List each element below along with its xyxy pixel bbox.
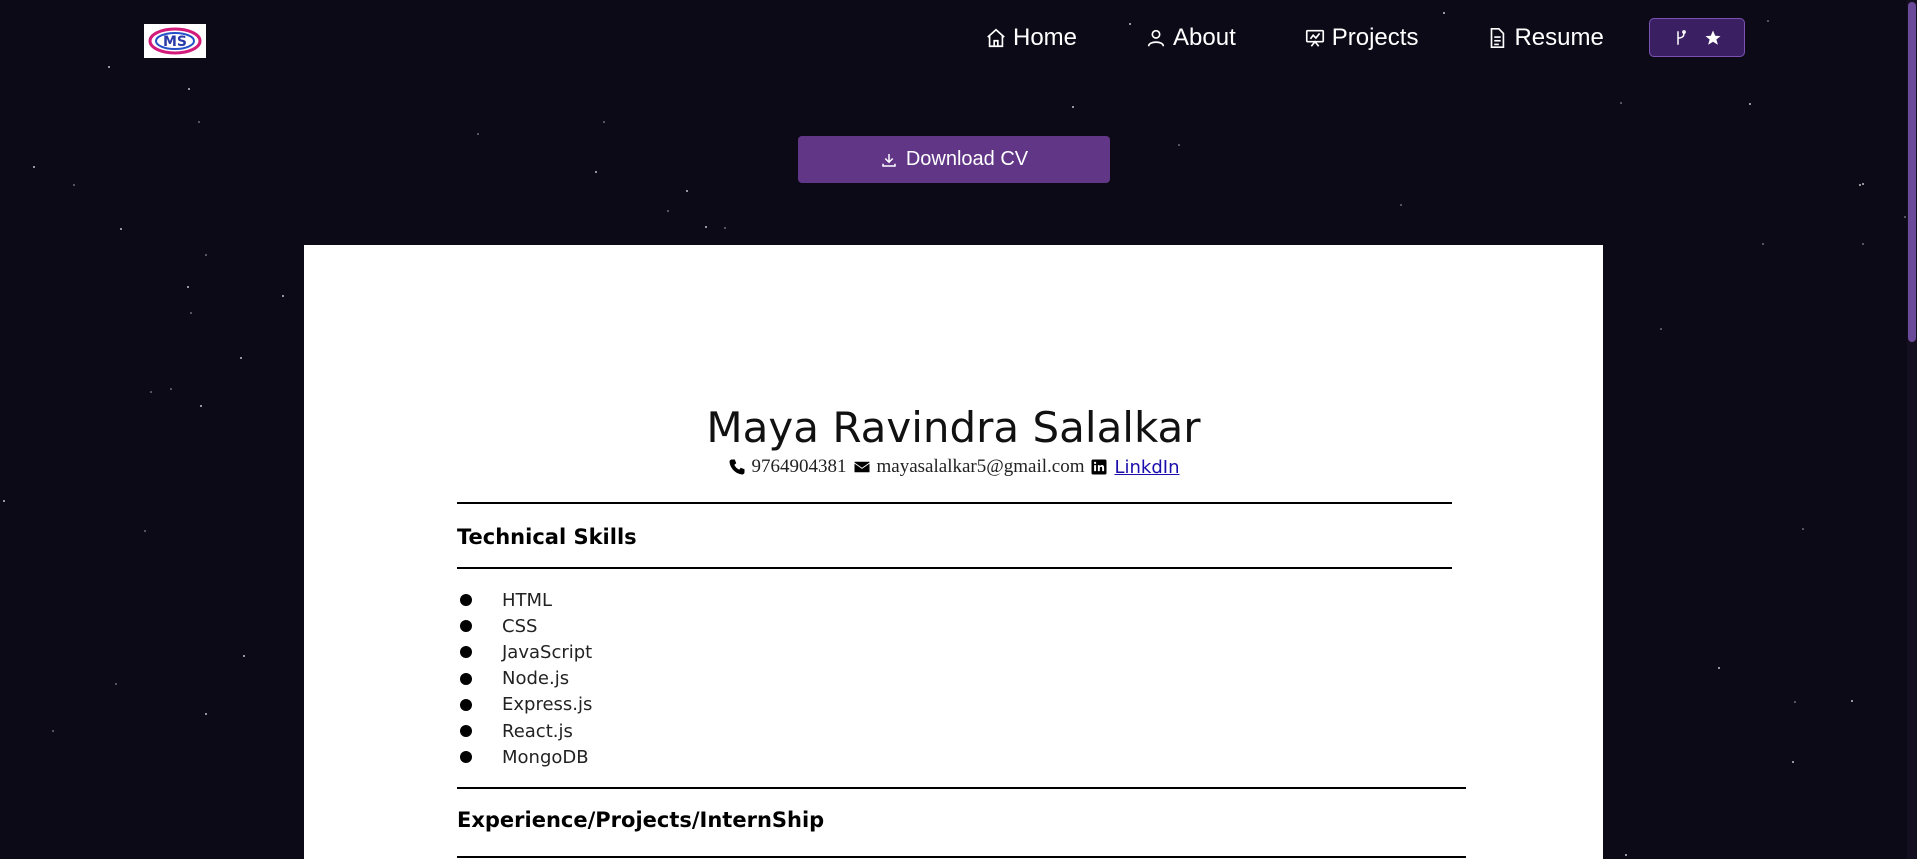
list-item: HTML — [457, 587, 592, 613]
list-item: React.js — [457, 718, 592, 744]
list-item: JavaScript — [457, 639, 592, 665]
contact-line: 9764904381 mayasalalkar5@gmail.com Linkd… — [304, 456, 1603, 478]
email-icon — [854, 461, 870, 473]
github-fork-star-button[interactable] — [1648, 18, 1745, 57]
list-item: Express.js — [457, 692, 592, 718]
skill-label: Express.js — [502, 694, 593, 716]
skill-label: JavaScript — [502, 641, 593, 663]
bullet-icon — [460, 725, 472, 738]
nav-home-label: Home — [1013, 23, 1078, 51]
nav-resume-label: Resume — [1514, 23, 1604, 51]
section-title-skills: Technical Skills — [457, 525, 637, 549]
download-cv-label: Download CV — [905, 148, 1029, 170]
nav-projects[interactable]: Projects — [1304, 23, 1419, 52]
phone-icon — [729, 459, 745, 475]
download-icon — [882, 153, 896, 167]
section-title-experience: Experience/Projects/InternShip — [457, 808, 825, 832]
divider — [457, 567, 1452, 569]
download-cv-button[interactable]: Download CV — [798, 136, 1110, 183]
site-logo[interactable]: MS — [144, 24, 206, 58]
divider — [457, 787, 1466, 789]
bullet-icon — [460, 672, 472, 685]
bullet-icon — [460, 620, 472, 633]
phone-number: 9764904381 — [751, 456, 847, 477]
user-icon — [1147, 29, 1165, 47]
svg-text:MS: MS — [163, 34, 187, 50]
skill-label: CSS — [502, 615, 538, 637]
bullet-icon — [460, 698, 472, 711]
nav-projects-label: Projects — [1331, 23, 1419, 51]
skill-label: Node.js — [502, 668, 570, 690]
home-icon — [987, 28, 1005, 47]
bullet-icon — [460, 594, 472, 607]
fork-icon — [1677, 29, 1686, 45]
skill-label: React.js — [502, 720, 573, 742]
scrollbar-thumb[interactable] — [1908, 2, 1916, 342]
divider — [457, 502, 1452, 504]
projects-icon — [1305, 29, 1324, 47]
nav-resume[interactable]: Resume — [1486, 23, 1604, 52]
nav-about[interactable]: About — [1145, 24, 1236, 52]
list-item: CSS — [457, 613, 592, 639]
skill-label: MongoDB — [502, 746, 589, 768]
nav-about-label: About — [1173, 23, 1236, 51]
main-nav: Home About Projects Resume — [985, 18, 1745, 57]
ms-logo-icon: MS — [148, 27, 202, 55]
list-item: Node.js — [457, 666, 592, 692]
bullet-icon — [460, 751, 472, 764]
email-address: mayasalalkar5@gmail.com — [876, 456, 1085, 477]
linkedin-link[interactable]: LinkdIn — [1114, 457, 1179, 478]
document-icon — [1491, 27, 1505, 48]
skills-list: HTML CSS JavaScript Node.js Express.js R… — [457, 587, 592, 770]
skill-label: HTML — [502, 589, 553, 611]
nav-home[interactable]: Home — [985, 24, 1077, 52]
bullet-icon — [460, 646, 472, 659]
resume-document: Maya Ravindra Salalkar 9764904381 mayasa… — [304, 245, 1603, 859]
star-icon — [1705, 30, 1721, 45]
list-item: MongoDB — [457, 744, 592, 770]
linkedin-icon — [1091, 459, 1107, 475]
divider — [457, 856, 1466, 858]
resume-name: Maya Ravindra Salalkar — [706, 403, 1201, 452]
